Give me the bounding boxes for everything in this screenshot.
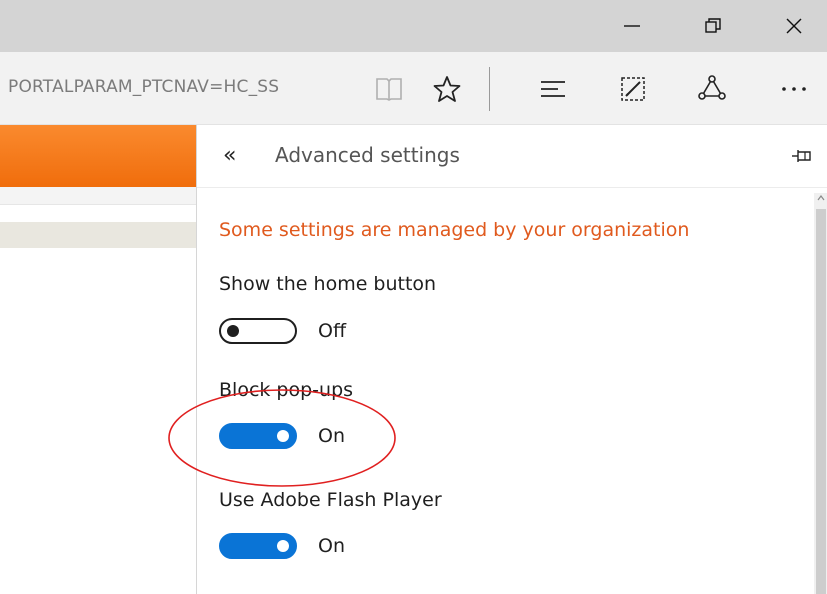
home-button-toggle[interactable] (219, 318, 297, 344)
minimize-icon (624, 25, 640, 27)
web-note-icon (621, 77, 645, 101)
pin-icon[interactable] (791, 145, 813, 167)
scrollbar-thumb[interactable] (816, 209, 826, 594)
header-divider (197, 187, 827, 188)
restore-button[interactable] (685, 0, 741, 52)
block-popups-setting-label: Block pop-ups (219, 379, 354, 401)
panel-header: « Advanced settings (197, 125, 827, 187)
panel-title: Advanced settings (275, 143, 460, 167)
reading-view-icon (376, 78, 402, 101)
browser-toolbar: PORTALPARAM_PTCNAV=HC_SS (0, 52, 827, 125)
minimize-button[interactable] (604, 0, 660, 52)
more-actions-icon (782, 87, 806, 91)
flash-player-toggle-state: On (318, 535, 345, 557)
reading-view-button[interactable] (370, 70, 408, 108)
toggle-knob (277, 540, 289, 552)
home-button-setting-label: Show the home button (219, 273, 437, 295)
share-button[interactable] (693, 70, 731, 108)
page-header-banner (0, 125, 196, 187)
restore-icon (705, 18, 721, 33)
block-popups-toggle-state: On (318, 425, 345, 447)
toolbar-divider (489, 67, 490, 111)
more-actions-button[interactable] (775, 70, 813, 108)
hub-icon (541, 81, 565, 97)
flash-player-setting-label: Use Adobe Flash Player (219, 489, 442, 511)
favorite-star-icon (433, 76, 461, 102)
web-note-button[interactable] (614, 70, 652, 108)
double-chevron-left-icon[interactable]: « (223, 143, 236, 168)
scroll-up-arrow-icon[interactable] (816, 193, 826, 203)
block-popups-toggle[interactable] (219, 423, 297, 449)
page-nav-strip (0, 187, 196, 205)
page-subnav-strip (0, 222, 196, 248)
favorite-button[interactable] (428, 70, 466, 108)
advanced-settings-panel: « Advanced settings Some settings are ma… (196, 125, 827, 594)
managed-by-organization-note: Some settings are managed by your organi… (219, 219, 690, 241)
share-icon (698, 75, 726, 100)
close-window-button[interactable] (766, 0, 822, 52)
hub-button[interactable] (534, 70, 572, 108)
toggle-knob (277, 430, 289, 442)
toggle-knob (227, 325, 239, 337)
close-icon (786, 18, 802, 34)
title-bar (0, 0, 827, 52)
home-button-toggle-state: Off (318, 320, 347, 342)
address-bar[interactable]: PORTALPARAM_PTCNAV=HC_SS (8, 77, 344, 97)
flash-player-toggle[interactable] (219, 533, 297, 559)
web-page-content (0, 125, 196, 594)
